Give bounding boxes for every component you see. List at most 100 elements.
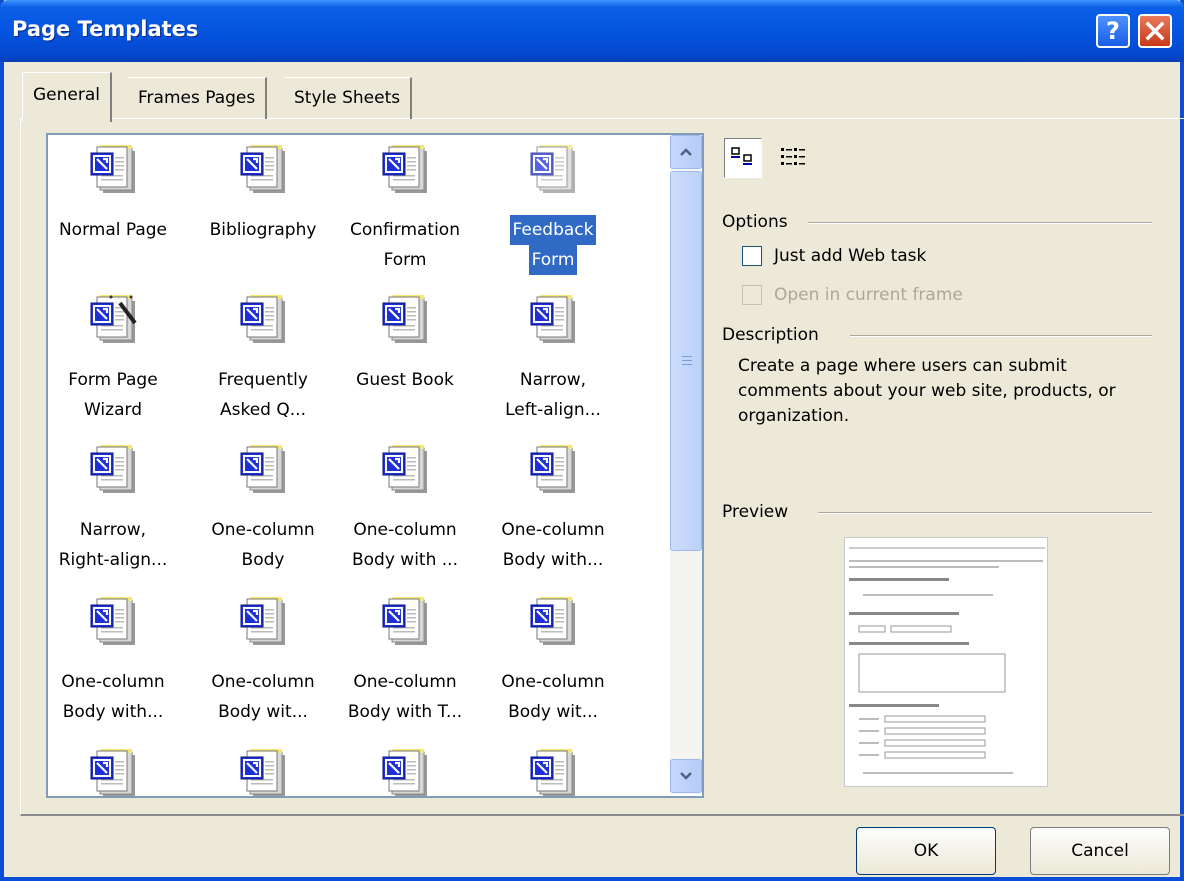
just-add-web-task-checkbox[interactable]: Just add Web task — [742, 243, 926, 269]
label-line-2: Body with ... — [351, 550, 458, 570]
template-item-label: Narrow, Left-align... — [488, 365, 618, 425]
description-heading: Description — [722, 325, 829, 345]
label-line-1: Frequently — [218, 370, 308, 390]
options-separator — [808, 222, 1152, 224]
page-template-icon — [529, 143, 579, 197]
cancel-button[interactable]: Cancel — [1030, 827, 1170, 875]
dialog-title: Page Templates — [12, 17, 199, 41]
list-view-button[interactable] — [774, 138, 812, 178]
wizard-icon — [89, 293, 139, 347]
template-item-label: One-column Body with... — [48, 667, 178, 727]
page-template-icon — [529, 595, 579, 649]
page-template-icon — [381, 595, 431, 649]
page-template-icon — [529, 747, 579, 796]
label-line-2: Body wit... — [218, 702, 308, 722]
template-item-label: One-column Body with T... — [340, 667, 470, 727]
template-item-label: Normal Page — [48, 215, 178, 245]
label-line-1: Guest Book — [356, 370, 454, 390]
label-line-1: Normal Page — [58, 220, 168, 240]
label-line-1: Bibliography — [209, 220, 317, 240]
label-line-2: Wizard — [84, 400, 142, 420]
page-template-icon — [529, 443, 579, 497]
label-line-1: One-column — [501, 672, 605, 692]
template-item-label: One-column Body wit... — [198, 667, 328, 727]
label-line-1: Feedback — [509, 215, 597, 245]
preview-separator — [818, 512, 1152, 514]
ok-button[interactable]: OK — [856, 827, 996, 875]
chevron-down-icon — [680, 772, 692, 780]
close-button[interactable] — [1138, 14, 1172, 48]
tab-style-sheets[interactable]: Style Sheets — [284, 77, 413, 119]
ok-button-label: OK — [913, 841, 939, 861]
tab-general[interactable]: General — [22, 72, 112, 122]
scroll-up-button[interactable] — [670, 135, 702, 169]
page-template-icon — [89, 443, 139, 497]
options-heading: Options — [722, 212, 798, 232]
label-line-2: Form — [383, 250, 427, 270]
template-item-label: One-column Body with... — [488, 515, 618, 575]
label-line-1: Form Page — [68, 370, 158, 390]
list-icon — [781, 148, 805, 165]
label-line-1: One-column — [211, 672, 315, 692]
templates-list-scrollbar[interactable] — [670, 135, 702, 794]
template-item-label: One-column Body wit... — [488, 667, 618, 727]
label-line-1: Narrow, — [79, 520, 147, 540]
label-line-2: Body — [241, 550, 285, 570]
description-separator — [850, 335, 1152, 337]
page-template-icon — [381, 747, 431, 796]
page-template-icon — [239, 443, 289, 497]
help-button[interactable]: ? — [1096, 14, 1130, 48]
chevron-up-icon — [680, 148, 692, 156]
checkbox-box[interactable] — [742, 246, 762, 266]
label-line-2: Body with T... — [347, 702, 463, 722]
label-line-2: Body with... — [62, 702, 164, 722]
label-line-1: One-column — [501, 520, 605, 540]
template-item-label: Confirmation Form — [340, 215, 470, 275]
checkbox-box-disabled — [742, 285, 762, 305]
tab-general-label: General — [33, 85, 100, 105]
label-line-1: One-column — [353, 520, 457, 540]
page-template-icon — [89, 595, 139, 649]
description-text: Create a page where users can submit com… — [738, 356, 1116, 426]
large-icons-view-button[interactable] — [724, 138, 762, 178]
scroll-thumb[interactable] — [670, 171, 702, 551]
close-icon — [1145, 21, 1165, 41]
grip-line — [682, 360, 692, 361]
template-item-label: Feedback Form — [488, 215, 618, 275]
tab-frames-pages-label: Frames Pages — [138, 88, 256, 108]
template-item-label: Guest Book — [340, 365, 470, 395]
templates-list[interactable]: Normal Page Bibliography Confirmation Form F… — [46, 133, 704, 798]
template-preview-image — [844, 537, 1048, 787]
label-line-2: Body with... — [502, 550, 604, 570]
grip-line — [682, 356, 692, 357]
cancel-button-label: Cancel — [1071, 841, 1129, 861]
scroll-down-button[interactable] — [670, 759, 702, 793]
label-line-2: Right-align... — [58, 550, 168, 570]
template-item-label: One-column Body with ... — [340, 515, 470, 575]
tab-frames-pages[interactable]: Frames Pages — [128, 77, 268, 119]
template-item-label: Frequently Asked Q... — [198, 365, 328, 425]
page-template-icon — [239, 143, 289, 197]
label-line-1: Confirmation — [350, 220, 460, 240]
page-template-icon — [381, 443, 431, 497]
preview-heading: Preview — [722, 502, 799, 522]
page-template-icon — [239, 747, 289, 796]
label-line-2: Form — [528, 245, 578, 275]
label-line-1: One-column — [353, 672, 457, 692]
label-line-1: Narrow, — [519, 370, 587, 390]
page-template-icon — [239, 293, 289, 347]
title-bar[interactable]: Page Templates ? — [0, 0, 1184, 62]
label-line-2: Left-align... — [505, 400, 601, 420]
page-template-icon — [381, 143, 431, 197]
template-item-label: One-column Body — [198, 515, 328, 575]
page-template-icon — [239, 595, 289, 649]
large-icons-icon — [731, 147, 752, 165]
grip-line — [682, 364, 692, 365]
label-line-2: Body wit... — [508, 702, 598, 722]
label-line-1: One-column — [61, 672, 165, 692]
template-item-label: Narrow, Right-align... — [48, 515, 178, 575]
just-add-web-task-label: Just add Web task — [774, 246, 927, 266]
label-line-1: One-column — [211, 520, 315, 540]
page-template-icon — [89, 143, 139, 197]
question-mark-icon: ? — [1106, 17, 1120, 45]
